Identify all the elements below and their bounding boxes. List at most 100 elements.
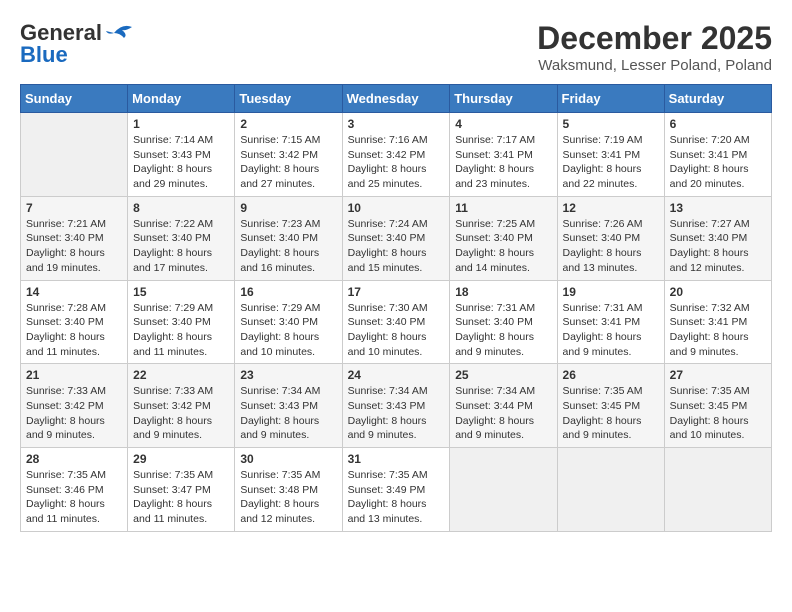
day-info-line: Sunrise: 7:35 AM: [670, 385, 750, 397]
day-info-line: Sunrise: 7:33 AM: [133, 385, 213, 397]
day-number: 20: [670, 285, 766, 299]
day-info-line: Daylight: 8 hours: [563, 247, 642, 259]
day-info-line: and 16 minutes.: [240, 262, 315, 274]
day-info: Sunrise: 7:30 AMSunset: 3:40 PMDaylight:…: [348, 301, 445, 360]
day-info-line: Sunset: 3:40 PM: [348, 316, 426, 328]
day-info-line: Daylight: 8 hours: [26, 415, 105, 427]
day-info-line: and 9 minutes.: [563, 429, 632, 441]
day-info: Sunrise: 7:33 AMSunset: 3:42 PMDaylight:…: [133, 384, 229, 443]
header-row: SundayMondayTuesdayWednesdayThursdayFrid…: [21, 85, 772, 113]
week-row-1: 1Sunrise: 7:14 AMSunset: 3:43 PMDaylight…: [21, 113, 772, 197]
header-day-sunday: Sunday: [21, 85, 128, 113]
logo: General Blue: [20, 20, 136, 68]
day-info-line: Daylight: 8 hours: [133, 163, 212, 175]
day-number: 13: [670, 201, 766, 215]
day-info-line: Daylight: 8 hours: [26, 498, 105, 510]
day-info-line: and 9 minutes.: [455, 346, 524, 358]
title-area: December 2025 Waksmund, Lesser Poland, P…: [537, 20, 772, 74]
day-info: Sunrise: 7:33 AMSunset: 3:42 PMDaylight:…: [26, 384, 122, 443]
day-info-line: Sunrise: 7:35 AM: [563, 385, 643, 397]
day-info-line: Sunrise: 7:25 AM: [455, 218, 535, 230]
day-info-line: Sunrise: 7:26 AM: [563, 218, 643, 230]
calendar-cell: 3Sunrise: 7:16 AMSunset: 3:42 PMDaylight…: [342, 113, 450, 197]
day-number: 3: [348, 117, 445, 131]
day-info-line: and 9 minutes.: [26, 429, 95, 441]
day-info-line: and 23 minutes.: [455, 178, 530, 190]
calendar-cell: 19Sunrise: 7:31 AMSunset: 3:41 PMDayligh…: [557, 280, 664, 364]
calendar-cell: [557, 448, 664, 532]
day-info-line: Sunrise: 7:19 AM: [563, 134, 643, 146]
logo-blue-text: Blue: [20, 42, 68, 68]
day-info-line: Sunrise: 7:33 AM: [26, 385, 106, 397]
day-info-line: Sunset: 3:40 PM: [133, 316, 211, 328]
day-info-line: Sunrise: 7:16 AM: [348, 134, 428, 146]
calendar-cell: 2 Sunrise: 7:15 AMSunset: 3:42 PMDaylight…: [235, 113, 342, 197]
day-info: Sunrise: 7:35 AMSunset: 3:48 PMDaylight:…: [240, 468, 336, 527]
day-info: Sunrise: 7:35 AMSunset: 3:46 PMDaylight:…: [26, 468, 122, 527]
day-info: Sunrise: 7:31 AMSunset: 3:41 PMDaylight:…: [563, 301, 659, 360]
calendar-cell: 18Sunrise: 7:31 AMSunset: 3:40 PMDayligh…: [450, 280, 557, 364]
day-number: 9: [240, 201, 336, 215]
header-day-thursday: Thursday: [450, 85, 557, 113]
day-info-line: Sunrise: 7:29 AM: [240, 302, 320, 314]
day-info-line: Sunrise: 7:35 AM: [240, 469, 320, 481]
day-info-line: Sunset: 3:40 PM: [670, 232, 748, 244]
day-info: Sunrise: 7:25 AMSunset: 3:40 PMDaylight:…: [455, 217, 551, 276]
day-info: Sunrise: 7:22 AMSunset: 3:40 PMDaylight:…: [133, 217, 229, 276]
day-info-line: Daylight: 8 hours: [563, 163, 642, 175]
day-info-line: Daylight: 8 hours: [240, 247, 319, 259]
day-info-line: Daylight: 8 hours: [670, 415, 749, 427]
day-info-line: and 9 minutes.: [240, 429, 309, 441]
day-info-line: Daylight: 8 hours: [348, 415, 427, 427]
day-number: 17: [348, 285, 445, 299]
day-info-line: Sunset: 3:40 PM: [348, 232, 426, 244]
day-number: 15: [133, 285, 229, 299]
calendar-cell: 11Sunrise: 7:25 AMSunset: 3:40 PMDayligh…: [450, 196, 557, 280]
calendar-cell: 10Sunrise: 7:24 AMSunset: 3:40 PMDayligh…: [342, 196, 450, 280]
day-info-line: and 13 minutes.: [348, 513, 423, 525]
day-number: 2: [240, 117, 336, 131]
day-info: Sunrise: 7:15 AMSunset: 3:42 PMDaylight:…: [240, 133, 336, 192]
day-info-line: Daylight: 8 hours: [240, 163, 319, 175]
day-info-line: and 10 minutes.: [240, 346, 315, 358]
day-info-line: Daylight: 8 hours: [133, 498, 212, 510]
day-info-line: and 11 minutes.: [133, 513, 207, 525]
day-number: 31: [348, 452, 445, 466]
day-info-line: Daylight: 8 hours: [240, 498, 319, 510]
day-info-line: and 9 minutes.: [455, 429, 524, 441]
day-info-line: Daylight: 8 hours: [26, 247, 105, 259]
day-info-line: Sunset: 3:40 PM: [26, 232, 104, 244]
header-day-saturday: Saturday: [664, 85, 771, 113]
day-info-line: and 14 minutes.: [455, 262, 530, 274]
day-info-line: Sunset: 3:41 PM: [670, 316, 748, 328]
day-number: 26: [563, 368, 659, 382]
day-info-line: Daylight: 8 hours: [133, 331, 212, 343]
day-info: Sunrise: 7:35 AMSunset: 3:45 PMDaylight:…: [563, 384, 659, 443]
day-info-line: and 11 minutes.: [26, 513, 100, 525]
day-info-line: Daylight: 8 hours: [455, 247, 534, 259]
calendar-table: SundayMondayTuesdayWednesdayThursdayFrid…: [20, 84, 772, 532]
month-title: December 2025: [537, 20, 772, 57]
day-number: 24: [348, 368, 445, 382]
day-number: 14: [26, 285, 122, 299]
day-info-line: Sunrise: 7:28 AM: [26, 302, 106, 314]
day-info: Sunrise: 7:26 AMSunset: 3:40 PMDaylight:…: [563, 217, 659, 276]
calendar-cell: 8 Sunrise: 7:22 AMSunset: 3:40 PMDaylight…: [128, 196, 235, 280]
day-info-line: and 13 minutes.: [563, 262, 638, 274]
day-info-line: Daylight: 8 hours: [348, 247, 427, 259]
day-info-line: Sunrise: 7:35 AM: [26, 469, 106, 481]
day-info-line: and 25 minutes.: [348, 178, 423, 190]
day-info-line: and 9 minutes.: [670, 346, 739, 358]
day-info-line: and 9 minutes.: [133, 429, 202, 441]
day-info-line: Daylight: 8 hours: [240, 331, 319, 343]
day-number: 8: [133, 201, 229, 215]
calendar-cell: 27Sunrise: 7:35 AMSunset: 3:45 PMDayligh…: [664, 364, 771, 448]
calendar-cell: 5Sunrise: 7:19 AMSunset: 3:41 PMDaylight…: [557, 113, 664, 197]
calendar-cell: 22Sunrise: 7:33 AMSunset: 3:42 PMDayligh…: [128, 364, 235, 448]
day-info-line: Sunset: 3:43 PM: [133, 149, 211, 161]
week-row-2: 7Sunrise: 7:21 AMSunset: 3:40 PMDaylight…: [21, 196, 772, 280]
day-info: Sunrise: 7:35 AMSunset: 3:49 PMDaylight:…: [348, 468, 445, 527]
day-number: 12: [563, 201, 659, 215]
day-info: Sunrise: 7:29 AMSunset: 3:40 PMDaylight:…: [240, 301, 336, 360]
week-row-3: 14 Sunrise: 7:28 AM Sunset: 3:40 PM Dayligh…: [21, 280, 772, 364]
